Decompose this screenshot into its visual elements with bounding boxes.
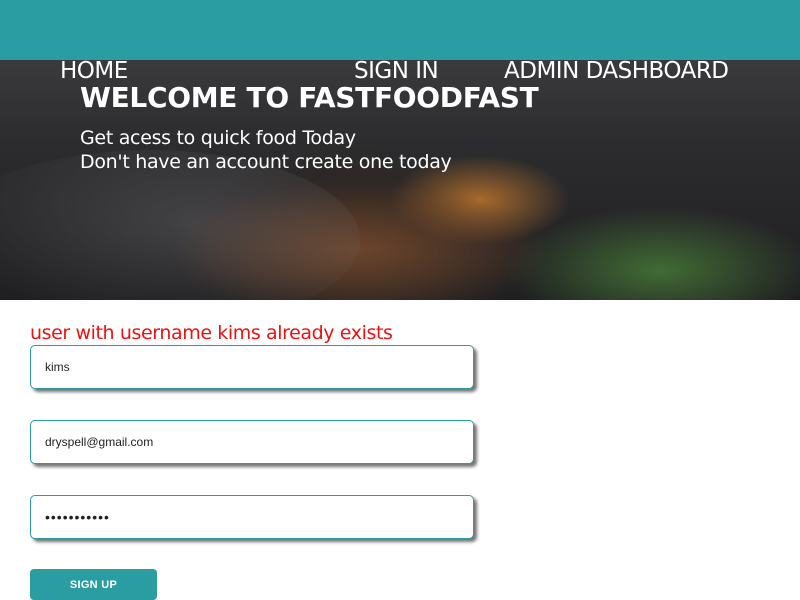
hero-subtitle-line-2: Don't have an account create one today [80,151,452,173]
error-message: user with username kims already exists [30,322,393,344]
hero-subtitle-line-1: Get acess to quick food Today [80,127,356,149]
hero-title: WELCOME TO FASTFOODFAST [80,81,539,114]
hero-subtitle: Get acess to quick food Today Don't have… [80,126,452,174]
password-field[interactable] [30,495,474,539]
username-field[interactable] [30,345,474,389]
sign-up-button[interactable]: SIGN UP [30,569,157,600]
top-bar [0,0,800,60]
email-field[interactable] [30,420,474,464]
